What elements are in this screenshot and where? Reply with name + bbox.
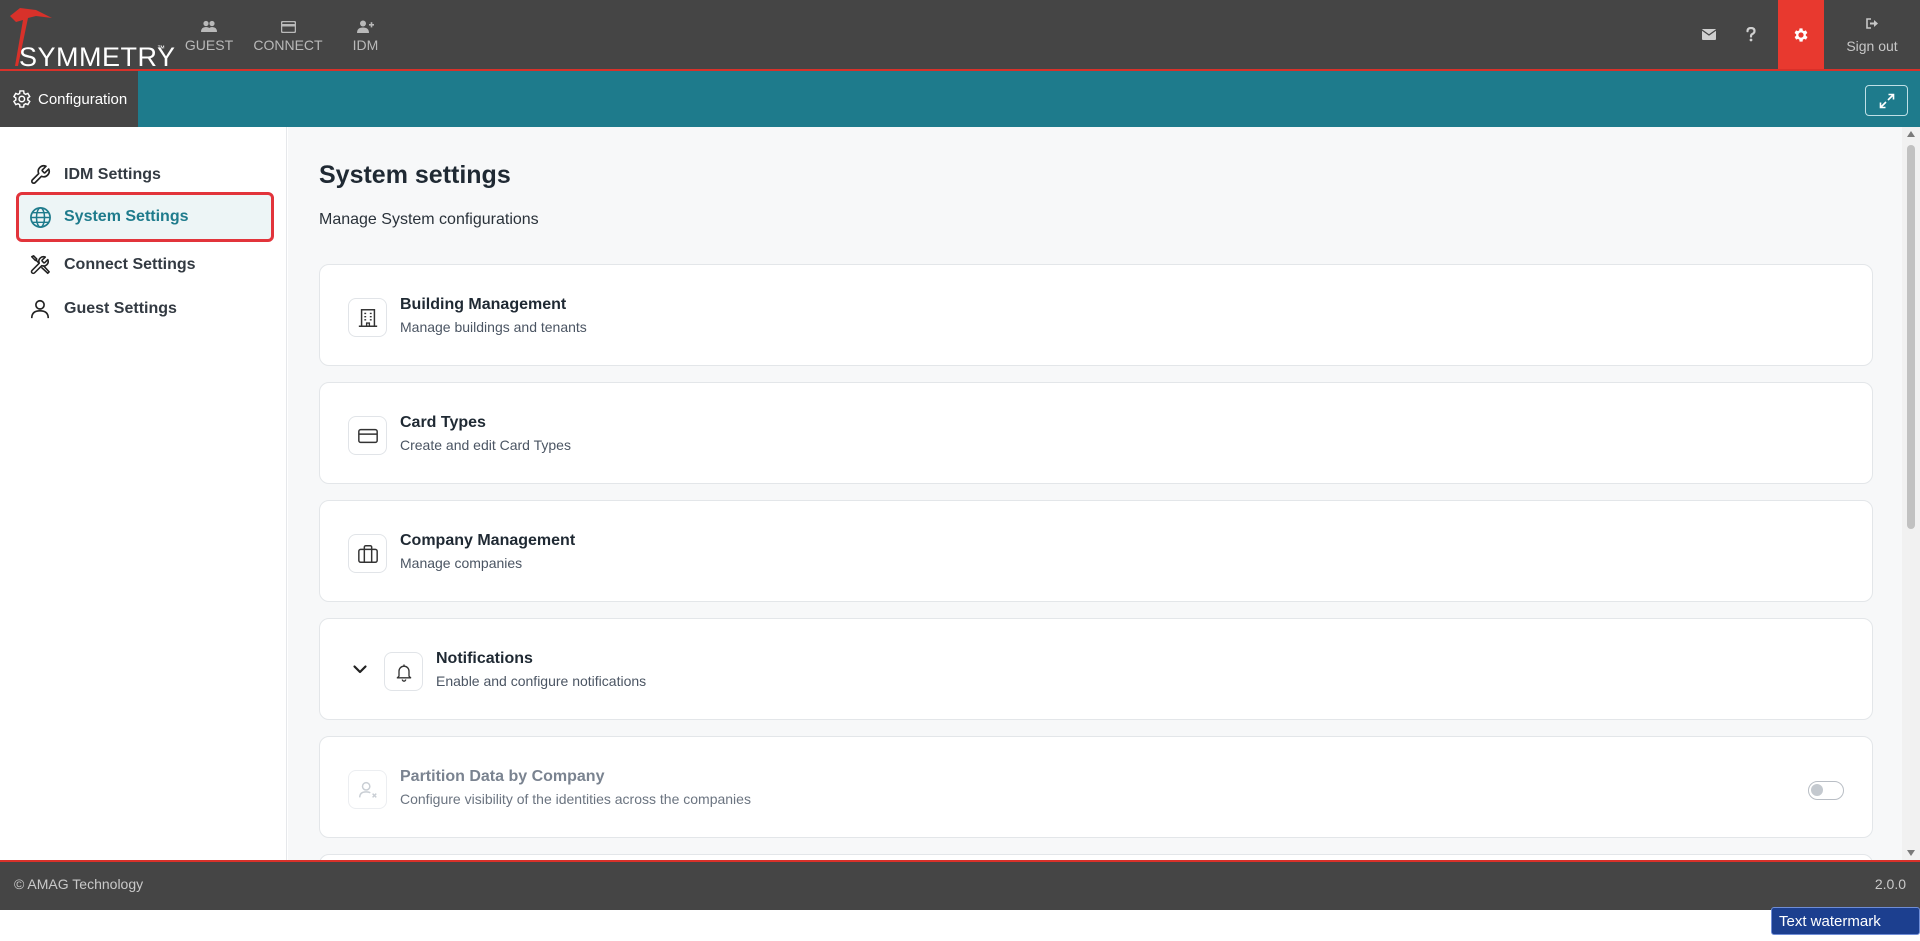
help-button[interactable] bbox=[1730, 0, 1772, 69]
card-title: Building Management bbox=[400, 296, 567, 313]
card-description: Manage buildings and tenants bbox=[400, 319, 587, 335]
gear-icon bbox=[1794, 27, 1808, 42]
sidebar-item-label: System Settings bbox=[64, 208, 189, 225]
card-partition-data: Partition Data by Company Configure visi… bbox=[319, 736, 1873, 838]
card-notifications[interactable]: Notifications Enable and configure notif… bbox=[319, 618, 1873, 720]
tab-configuration[interactable]: Configuration bbox=[0, 71, 138, 127]
sidebar-item-label: IDM Settings bbox=[64, 166, 161, 183]
sign-out-button[interactable]: Sign out bbox=[1824, 0, 1920, 69]
top-nav: GUEST CONNECT IDM bbox=[175, 0, 398, 69]
scroll-down-arrow-icon[interactable] bbox=[1907, 850, 1915, 856]
sign-out-icon bbox=[1865, 16, 1879, 32]
settings-sidebar: IDM Settings System Settings Connect Set… bbox=[0, 127, 287, 860]
card-description: Enable and configure notifications bbox=[436, 673, 647, 689]
globe-icon bbox=[28, 205, 52, 229]
card-title: Partition Data by Company bbox=[400, 768, 605, 785]
footer-copyright: © AMAG Technology bbox=[14, 876, 144, 892]
users-icon bbox=[201, 17, 217, 33]
sign-out-label: Sign out bbox=[1846, 37, 1898, 54]
nav-guest-label: GUEST bbox=[184, 36, 234, 53]
card-icon bbox=[280, 17, 296, 33]
card-title: Notifications bbox=[436, 650, 533, 667]
logo-text: SYMMETRY bbox=[19, 42, 176, 72]
card-card-types[interactable]: Card Types Create and edit Card Types bbox=[319, 382, 1873, 484]
fullscreen-button[interactable] bbox=[1865, 85, 1908, 116]
wrench-icon bbox=[28, 163, 52, 187]
nav-idm[interactable]: IDM bbox=[333, 0, 398, 69]
card-company-management[interactable]: Company Management Manage companies bbox=[319, 500, 1873, 602]
nav-idm-label: IDM bbox=[352, 36, 379, 53]
top-bar: SYMMETRY ™ GUEST CONNECT IDM Sign out bbox=[0, 0, 1920, 72]
envelope-icon bbox=[1702, 29, 1716, 40]
tools-icon bbox=[28, 253, 52, 277]
footer-version: 2.0.0 bbox=[1874, 876, 1906, 892]
main-scrollbar[interactable] bbox=[1902, 127, 1920, 860]
bell-icon bbox=[384, 652, 423, 691]
user-plus-icon bbox=[357, 17, 374, 33]
top-right-actions: Sign out bbox=[1688, 0, 1920, 69]
chevron-down-icon[interactable] bbox=[350, 659, 370, 679]
footer: © AMAG Technology 2.0.0 bbox=[0, 860, 1920, 910]
page-title: System settings bbox=[319, 161, 511, 189]
card-building-management[interactable]: Building Management Manage buildings and… bbox=[319, 264, 1873, 366]
expand-icon bbox=[1879, 93, 1894, 108]
nav-guest[interactable]: GUEST bbox=[175, 0, 243, 69]
main-content: System settings Manage System configurat… bbox=[288, 127, 1902, 860]
card-description: Create and edit Card Types bbox=[400, 437, 571, 453]
question-icon bbox=[1746, 27, 1756, 42]
logo-trademark: ™ bbox=[157, 44, 165, 53]
page-subtitle: Manage System configurations bbox=[319, 211, 539, 228]
card-title: Company Management bbox=[400, 532, 576, 549]
user-icon bbox=[28, 297, 52, 321]
cog-icon bbox=[10, 88, 32, 110]
user-x-icon bbox=[348, 770, 387, 809]
tab-configuration-label: Configuration bbox=[38, 90, 128, 108]
sidebar-item-system-settings[interactable]: System Settings bbox=[16, 192, 274, 242]
credit-card-icon bbox=[348, 416, 387, 455]
settings-button[interactable] bbox=[1778, 0, 1824, 69]
toggle-knob bbox=[1811, 784, 1823, 796]
scroll-thumb[interactable] bbox=[1907, 145, 1915, 529]
nav-connect-label: CONNECT bbox=[253, 36, 323, 53]
configuration-bar: Configuration bbox=[0, 71, 1920, 127]
sidebar-item-label: Connect Settings bbox=[64, 256, 196, 273]
sidebar-item-label: Guest Settings bbox=[64, 300, 177, 317]
building-icon bbox=[348, 298, 387, 337]
sidebar-item-guest-settings[interactable]: Guest Settings bbox=[16, 284, 274, 334]
sidebar-item-connect-settings[interactable]: Connect Settings bbox=[16, 240, 274, 290]
nav-connect[interactable]: CONNECT bbox=[243, 0, 333, 69]
card-description: Manage companies bbox=[400, 555, 523, 571]
text-watermark: Text watermark bbox=[1771, 907, 1920, 935]
symmetry-logo[interactable]: SYMMETRY ™ bbox=[6, 4, 175, 72]
messages-button[interactable] bbox=[1688, 0, 1730, 69]
scroll-up-arrow-icon[interactable] bbox=[1907, 131, 1915, 137]
partition-toggle[interactable] bbox=[1808, 781, 1844, 800]
card-title: Card Types bbox=[400, 414, 486, 431]
briefcase-icon bbox=[348, 534, 387, 573]
card-description: Configure visibility of the identities a… bbox=[400, 791, 751, 807]
